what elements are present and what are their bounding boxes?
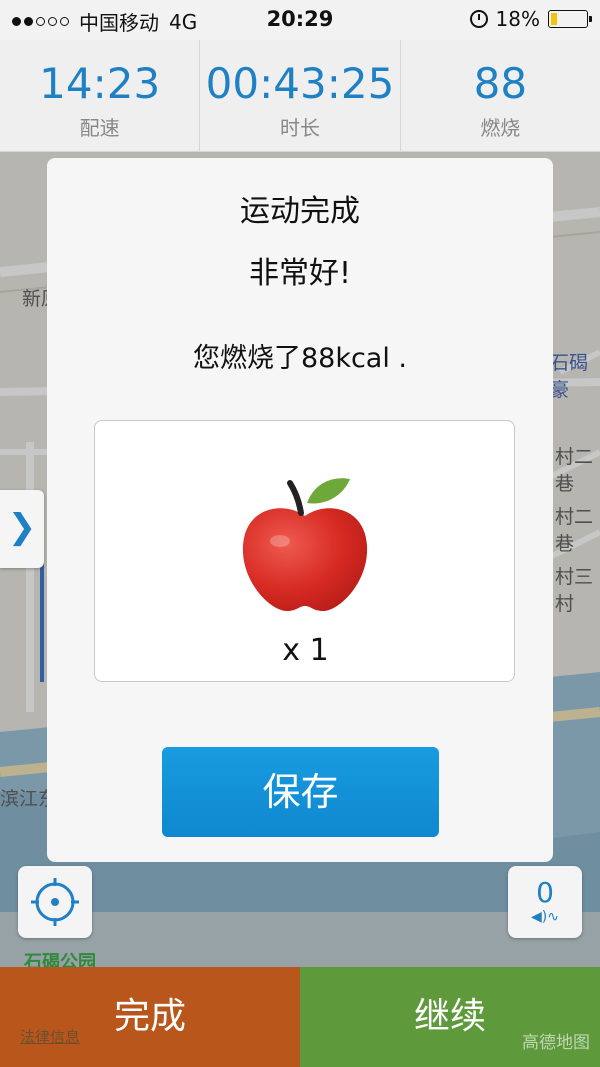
voice-button[interactable]: 0 ◀)∿ <box>508 866 582 938</box>
stat-value: 00:43:25 <box>205 59 395 108</box>
stat-pace: 14:23 配速 <box>0 40 201 151</box>
legal-info-link[interactable]: 法律信息 <box>20 1027 80 1047</box>
stat-value: 14:23 <box>39 59 161 108</box>
dialog-title: 运动完成 <box>240 194 360 229</box>
stat-label: 配速 <box>79 116 120 140</box>
calories-message: 您燃烧了88kcal . <box>192 343 408 374</box>
crosshair-icon <box>31 878 79 926</box>
finish-button[interactable]: 完成 法律信息 <box>0 967 300 1067</box>
stat-label: 时长 <box>279 116 320 140</box>
continue-button[interactable]: 继续 高德地图 <box>300 967 600 1067</box>
map-provider-logo: 高德地图 <box>522 1033 590 1053</box>
reward-quantity: x 1 <box>282 633 329 668</box>
reward-card: x 1 <box>94 420 515 682</box>
stat-calories: 88 燃烧 <box>401 40 600 151</box>
stat-value: 88 <box>473 59 528 108</box>
battery-icon <box>548 10 592 28</box>
save-button[interactable]: 保存 <box>162 747 439 837</box>
stat-duration: 00:43:25 时长 <box>200 40 401 151</box>
finish-label: 完成 <box>113 996 186 1037</box>
workout-complete-dialog: 运动完成 非常好! 您燃烧了88kcal . x 1 保存 <box>47 158 553 862</box>
battery-percent: 18% <box>495 7 540 31</box>
speaker-icon: ◀)∿ <box>531 909 559 925</box>
status-bar: 中国移动 4G 20:29 18% <box>0 0 600 40</box>
workout-stats: 14:23 配速 00:43:25 时长 88 燃烧 <box>0 40 600 152</box>
dialog-praise: 非常好! <box>248 256 352 291</box>
locate-button[interactable] <box>18 866 92 938</box>
bottom-action-bar: 完成 法律信息 继续 高德地图 <box>0 967 600 1067</box>
voice-count: 0 <box>536 876 554 909</box>
continue-label: 继续 <box>413 996 486 1037</box>
side-panel-toggle[interactable]: ❯ <box>0 490 44 568</box>
alarm-icon <box>469 10 488 28</box>
apple-icon <box>242 478 368 611</box>
stat-label: 燃烧 <box>480 116 521 140</box>
